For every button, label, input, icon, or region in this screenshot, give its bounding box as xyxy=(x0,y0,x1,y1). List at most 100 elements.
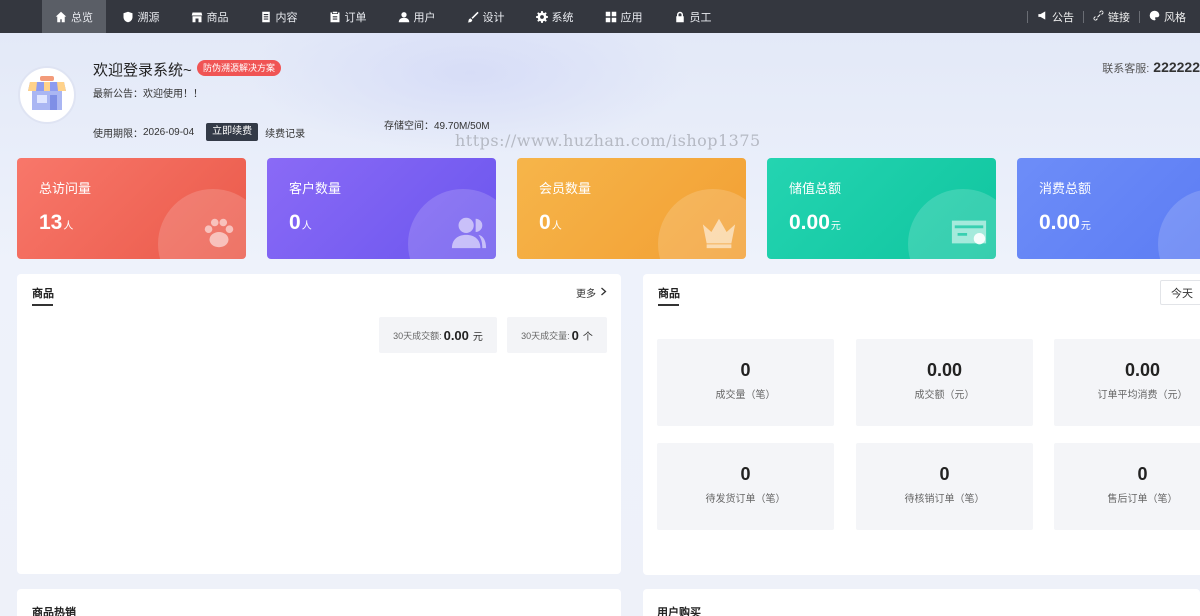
cell-label: 订单平均消费（元） xyxy=(1097,390,1188,401)
more-label: 更多 xyxy=(576,289,596,300)
user-purchase-panel: 用户购买 xyxy=(643,589,1200,616)
stat-unit: 人 xyxy=(63,221,74,232)
stat-card-stored-value[interactable]: 储值总额 0.00元 xyxy=(767,158,996,259)
stat-value: 0.00元 xyxy=(789,211,841,234)
latest-notice: 最新公告：欢迎使用！！ xyxy=(93,85,203,100)
user-icon xyxy=(398,11,410,23)
clipboard-icon xyxy=(329,11,341,23)
main-nav: 总览 溯源 商品 内容 订单 用户 设计 系统 应用 员工 xyxy=(42,0,727,33)
welcome-title: 欢迎登录系统~ xyxy=(93,62,192,79)
nav-item-label: 系统 xyxy=(551,11,574,24)
nav-item-label: 应用 xyxy=(620,11,643,24)
nav-item-label: 设计 xyxy=(482,11,505,24)
kpi-30day-amount: 30天成交额: 0.00 元 xyxy=(379,317,497,353)
expiry-label: 使用期限： xyxy=(93,128,143,140)
nav-item-label: 内容 xyxy=(275,11,298,24)
announcement-label: 公告 xyxy=(1052,11,1074,24)
stat-unit: 元 xyxy=(1080,221,1091,232)
nav-item-overview[interactable]: 总览 xyxy=(42,0,106,33)
cell-label: 售后订单（笔） xyxy=(1107,494,1178,505)
stat-value: 13人 xyxy=(39,211,74,234)
card-icon xyxy=(950,213,988,251)
stat-card-visits[interactable]: 总访问量 13人 xyxy=(17,158,246,259)
date-range-select[interactable]: 今天 xyxy=(1160,280,1200,305)
stat-cell-order-amount: 0.00 成交额（元） xyxy=(856,339,1033,426)
stat-cell-order-count: 0 成交量（笔） xyxy=(657,339,834,426)
renew-log-link[interactable]: 续费记录 xyxy=(265,125,305,140)
nav-item-staff[interactable]: 员工 xyxy=(658,0,727,33)
stat-value: 0人 xyxy=(289,211,312,234)
nav-item-label: 总览 xyxy=(71,11,93,24)
more-link[interactable]: 更多 xyxy=(576,285,607,300)
nav-item-trace[interactable]: 溯源 xyxy=(106,0,175,33)
nav-item-orders[interactable]: 订单 xyxy=(313,0,382,33)
cell-label: 待发货订单（笔） xyxy=(705,494,786,505)
stat-unit: 人 xyxy=(301,221,312,232)
link-label: 链接 xyxy=(1108,11,1130,24)
decor-circle xyxy=(1158,189,1200,259)
stat-title: 客户数量 xyxy=(289,181,342,196)
kpi-unit: 元 xyxy=(472,331,483,343)
expiry-row: 使用期限： 2026-09-04 立即续费 续费记录 xyxy=(93,123,305,141)
lock-icon xyxy=(674,11,686,23)
stat-card-members[interactable]: 会员数量 0人 xyxy=(517,158,746,259)
solution-badge[interactable]: 防伪溯源解决方案 xyxy=(197,60,282,76)
panel-title: 商品 xyxy=(658,288,680,300)
stat-card-consumption[interactable]: 消费总额 0.00元 xyxy=(1017,158,1200,259)
shop-icon xyxy=(191,11,203,23)
title-underline xyxy=(658,304,679,306)
kpi-unit: 个 xyxy=(582,331,593,343)
order-stats-panel: 商品 今天 0 成交量（笔） 0.00 成交额（元） 0.00 订单平均消费（元… xyxy=(643,274,1200,575)
megaphone-icon xyxy=(1037,10,1048,24)
nav-item-label: 商品 xyxy=(206,11,229,24)
stat-title: 消费总额 xyxy=(1039,181,1092,196)
stat-card-customers[interactable]: 客户数量 0人 xyxy=(267,158,496,259)
goods-panel: 商品 更多 30天成交额: 0.00 元 30天成交量: 0 个 xyxy=(17,274,621,574)
link-button[interactable]: 链接 xyxy=(1084,9,1139,25)
stat-unit: 元 xyxy=(830,221,841,232)
cell-value: 0 xyxy=(740,360,751,380)
cell-value: 0.00 xyxy=(1124,360,1161,380)
stat-title: 总访问量 xyxy=(39,181,92,196)
notice-text: 欢迎使用！！ xyxy=(143,89,203,100)
gear-icon xyxy=(535,10,548,23)
stat-unit: 人 xyxy=(551,221,562,232)
stat-value: 0人 xyxy=(539,211,562,234)
announcement-button[interactable]: 公告 xyxy=(1028,9,1083,25)
panel-title: 商品 xyxy=(32,288,54,300)
brush-icon xyxy=(467,11,479,23)
store-icon xyxy=(28,76,66,110)
cell-value: 0.00 xyxy=(926,360,963,380)
cell-label: 待核销订单（笔） xyxy=(904,494,985,505)
document-icon xyxy=(260,11,272,23)
nav-item-users[interactable]: 用户 xyxy=(382,0,451,33)
title-underline xyxy=(32,304,53,306)
nav-item-system[interactable]: 系统 xyxy=(520,0,589,33)
link-icon xyxy=(1093,9,1104,24)
header-tools: 公告 链接 风格 xyxy=(1027,0,1200,33)
nav-item-design[interactable]: 设计 xyxy=(451,0,520,33)
panel-title: 商品热销 xyxy=(32,607,76,616)
theme-button[interactable]: 风格 xyxy=(1140,9,1200,25)
theme-label: 风格 xyxy=(1164,11,1186,24)
stat-cell-avg-spend: 0.00 订单平均消费（元） xyxy=(1054,339,1200,426)
notice-label: 最新公告： xyxy=(93,89,143,100)
users-icon xyxy=(450,213,488,251)
nav-item-label: 员工 xyxy=(689,11,712,24)
top-navigation-bar: 总览 溯源 商品 内容 订单 用户 设计 系统 应用 员工 公告 链接 风格 xyxy=(0,0,1200,33)
cell-label: 成交额（元） xyxy=(914,390,975,401)
nav-item-apps[interactable]: 应用 xyxy=(589,0,658,33)
nav-item-content[interactable]: 内容 xyxy=(244,0,313,33)
watermark-text: https://www.huzhan.com/ishop1375 xyxy=(455,131,761,150)
cell-value: 0 xyxy=(740,464,751,484)
nav-item-goods[interactable]: 商品 xyxy=(175,0,244,33)
stat-cell-pending-ship: 0 待发货订单（笔） xyxy=(657,443,834,530)
shield-icon xyxy=(122,11,134,23)
nav-item-label: 订单 xyxy=(344,11,367,24)
contact-value: 222222 xyxy=(1153,59,1200,75)
kpi-value: 0.00 xyxy=(443,327,469,343)
customer-service: 联系客服: 222222 xyxy=(1102,59,1200,76)
renew-button[interactable]: 立即续费 xyxy=(206,123,259,141)
nav-item-label: 溯源 xyxy=(137,11,160,24)
kpi-value: 0 xyxy=(571,327,579,343)
